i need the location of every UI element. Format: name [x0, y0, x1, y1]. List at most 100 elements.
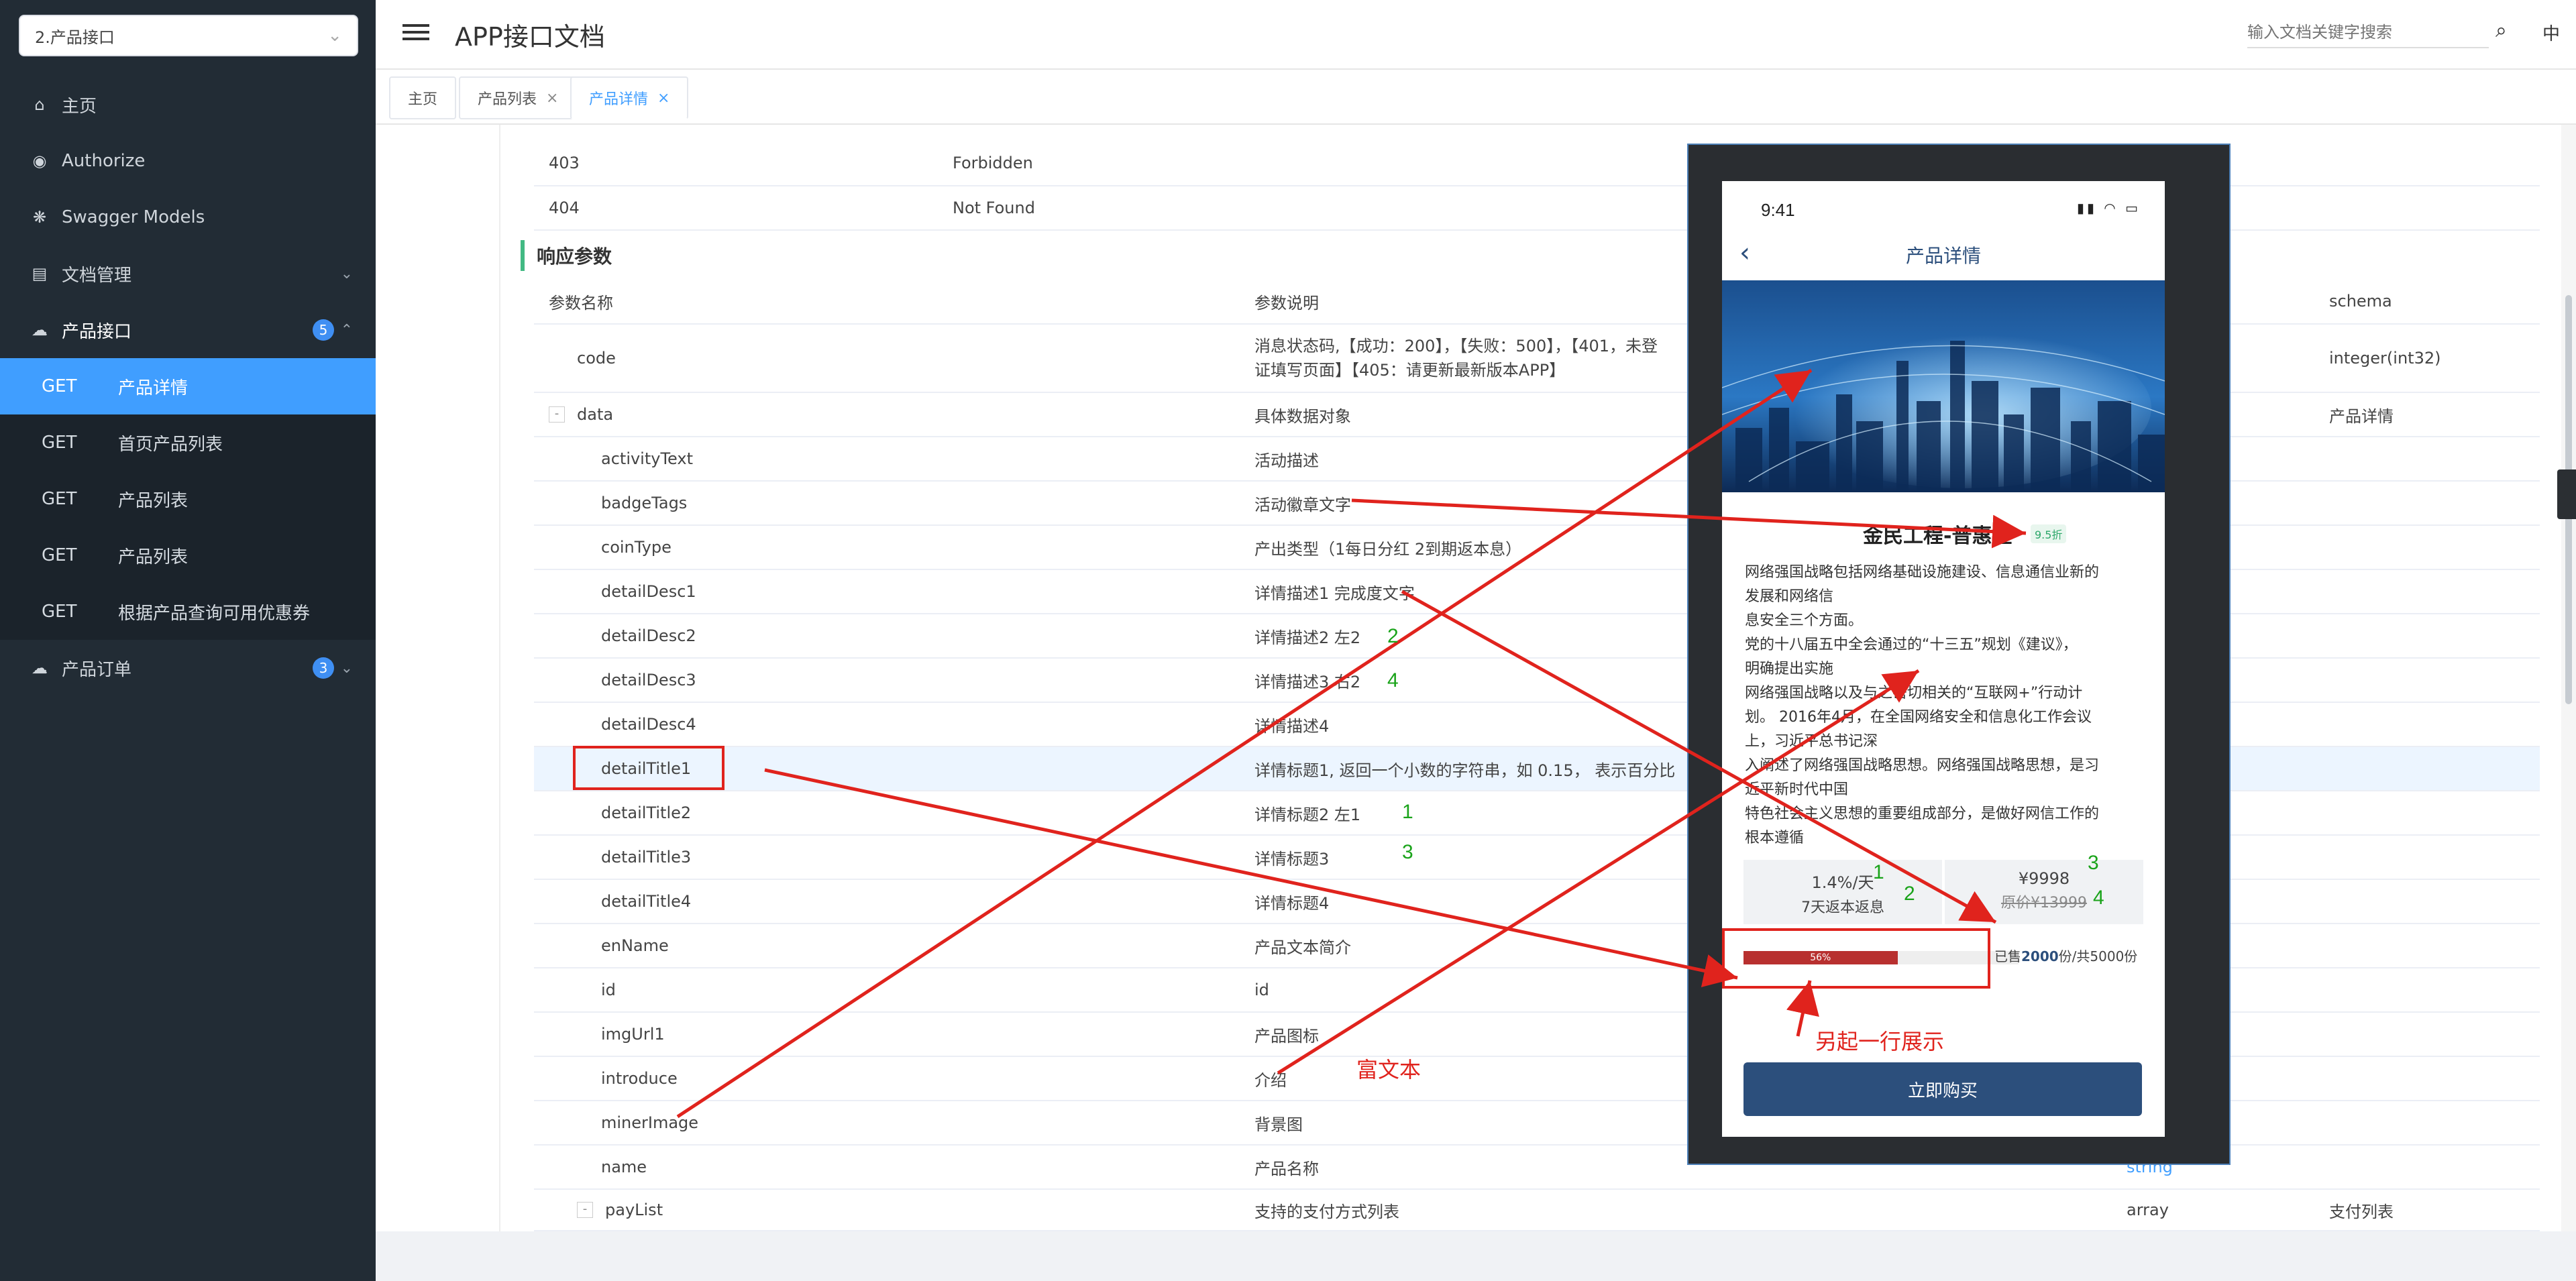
- cloud-icon: ☁: [32, 321, 48, 339]
- http-method: GET: [42, 602, 77, 622]
- table-row: - data 具体数据对象 产品详情: [534, 393, 2540, 437]
- close-icon[interactable]: ×: [657, 90, 669, 107]
- param-name: detailTitle2: [601, 803, 692, 822]
- param-desc: 产品图标: [1254, 1026, 1319, 1046]
- chevron-down-icon: ⌄: [340, 265, 353, 282]
- annotation-number: 4: [2093, 887, 2104, 909]
- param-name: code: [577, 349, 616, 368]
- param-schema: 产品详情: [2329, 406, 2394, 426]
- annotation-label: 另起一行展示: [1815, 1029, 1945, 1054]
- http-method: GET: [42, 376, 77, 396]
- param-name: payList: [605, 1201, 663, 1219]
- sidebar-subitem[interactable]: GET 产品详情: [0, 358, 376, 414]
- param-name: enName: [601, 936, 669, 955]
- sidebar: 2.产品接口 ⌄ ⌂ 主页 ◉ Authorize ❋ Swagger Mode…: [0, 0, 376, 1281]
- sidebar-item-doc-manage[interactable]: ▤ 文档管理 ⌄: [0, 245, 376, 302]
- table-row: introduce 介绍: [534, 1057, 2540, 1101]
- tab-product-list[interactable]: 产品列表 ×: [459, 76, 578, 119]
- tab-bar: 主页 产品列表 × 产品详情 ×: [376, 70, 2576, 125]
- param-name: data: [577, 405, 614, 424]
- column-header: 参数名称: [549, 293, 613, 313]
- sidebar-item-product-api[interactable]: ☁ 产品接口 5 ⌃: [0, 302, 376, 358]
- annotation-number: 4: [1387, 669, 1399, 691]
- tab-label: 产品详情: [589, 91, 649, 108]
- status-desc: Not Found: [953, 199, 1035, 217]
- sidebar-subitem[interactable]: GET 根据产品查询可用优惠券: [0, 583, 376, 640]
- top-header: APP接口文档 ⌕ 中: [376, 0, 2576, 70]
- param-desc: 详情描述3 右2: [1254, 672, 1361, 691]
- main-content: 403 Forbidden 404 Not Found 响应参数 参数名称 参数…: [376, 125, 2576, 1231]
- param-schema: integer(int32): [2329, 349, 2441, 368]
- table-row: detailDesc3 详情描述3 右2: [534, 659, 2540, 703]
- param-desc: 消息状态码,【成功：200】，【失败：500】，【401，未登 证填写页面】【4…: [1254, 325, 1658, 392]
- sidebar-subitem[interactable]: GET 首页产品列表: [0, 414, 376, 471]
- http-method: GET: [42, 433, 77, 453]
- intro-line: 息安全三个方面。: [1745, 612, 1864, 629]
- menu-toggle-icon[interactable]: [402, 20, 429, 47]
- table-row: detailDesc4 详情描述4: [534, 703, 2540, 747]
- param-name: imgUrl1: [601, 1025, 665, 1044]
- param-name: introduce: [601, 1069, 678, 1088]
- sidebar-subitem[interactable]: GET 产品列表: [0, 527, 376, 583]
- table-row: detailDesc2 详情描述2 左2: [534, 614, 2540, 659]
- phone-screen: 9:41 ▮▮ ◠ ▭ ‹ 产品详情 金民工程-普惠型 9.5折 网络强国战略包…: [1722, 181, 2165, 1137]
- param-name: detailTitle4: [601, 892, 692, 911]
- http-method: GET: [42, 545, 77, 565]
- table-row: - payList 支持的支付方式列表 array 支付列表: [534, 1190, 2540, 1231]
- lock-icon: ◉: [32, 152, 47, 170]
- param-name: detailDesc4: [601, 715, 696, 734]
- document-icon: ▤: [32, 264, 48, 283]
- collapse-toggle[interactable]: -: [549, 406, 565, 423]
- sidebar-item-label: 文档管理: [62, 265, 132, 286]
- home-icon: ⌂: [34, 95, 45, 114]
- search-icon[interactable]: ⌕: [2496, 19, 2507, 42]
- intro-line: 根本遵循: [1745, 830, 1805, 846]
- product-name: 金民工程-普惠型: [1863, 524, 2012, 548]
- table-row: detailTitle4 详情标题4: [534, 880, 2540, 924]
- intro-line: 网络强国战略以及与之密切相关的“互联网+”行动计: [1745, 685, 2083, 702]
- param-desc: 详情标题1, 返回一个小数的字符串，如 0.15， 表示百分比: [1254, 761, 1676, 780]
- intro-line: 明确提出实施: [1745, 661, 1834, 677]
- intro-line: 发展和网络信: [1745, 588, 1834, 605]
- sidebar-item-home[interactable]: ⌂ 主页: [0, 76, 376, 133]
- annotation-highlight-box: [573, 746, 724, 790]
- close-icon[interactable]: ×: [546, 90, 558, 107]
- side-drawer-handle[interactable]: [2557, 469, 2576, 519]
- status-time: 9:41: [1761, 200, 1795, 220]
- intro-line: 党的十八届五中全会通过的“十三五”规划《建议》，: [1745, 636, 2078, 653]
- param-desc: 介绍: [1254, 1070, 1287, 1090]
- table-row: 404 Not Found: [534, 186, 2540, 231]
- project-select[interactable]: 2.产品接口 ⌄: [19, 15, 358, 56]
- column-header: 参数说明: [1254, 293, 1319, 313]
- table-row: enName 产品文本简介: [534, 924, 2540, 968]
- param-name: coinType: [601, 538, 672, 557]
- collapse-toggle[interactable]: -: [577, 1202, 593, 1218]
- tab-home[interactable]: 主页: [389, 76, 457, 119]
- tab-product-detail[interactable]: 产品详情 ×: [570, 76, 689, 119]
- annotation-number: 2: [1387, 625, 1399, 647]
- param-desc: 支持的支付方式列表: [1254, 1202, 1399, 1221]
- app-title: APP接口文档: [455, 22, 605, 52]
- param-desc: 详情标题4: [1254, 893, 1330, 913]
- sidebar-subitem[interactable]: GET 产品列表: [0, 471, 376, 527]
- table-row: 403 Forbidden: [534, 141, 2540, 186]
- sidebar-item-swagger-models[interactable]: ❋ Swagger Models: [0, 189, 376, 245]
- buy-now-button[interactable]: 立即购买: [1743, 1062, 2142, 1116]
- table-row: id id: [534, 968, 2540, 1013]
- param-desc: id: [1254, 981, 1269, 999]
- project-select-value: 2.产品接口: [35, 27, 115, 47]
- sidebar-item-authorize[interactable]: ◉ Authorize: [0, 133, 376, 189]
- table-row: badgeTags 活动徽章文字: [534, 482, 2540, 526]
- table-row: minerImage 背景图: [534, 1101, 2540, 1146]
- search-input[interactable]: [2247, 17, 2489, 48]
- param-name: name: [601, 1158, 647, 1176]
- sidebar-item-product-order[interactable]: ☁ 产品订单 3 ⌄: [0, 640, 376, 696]
- param-desc: 详情描述1 完成度文字: [1254, 583, 1415, 603]
- annotation-number: 1: [1402, 801, 1413, 823]
- param-name-cell: - payList: [577, 1190, 663, 1230]
- param-desc: 详情描述2 左2: [1254, 628, 1361, 647]
- count-badge: 5: [313, 319, 334, 341]
- param-desc-line: 消息状态码,【成功：200】，【失败：500】，【401，未登: [1254, 337, 1658, 355]
- language-switch[interactable]: 中: [2542, 20, 2560, 45]
- param-schema: 支付列表: [2329, 1202, 2394, 1221]
